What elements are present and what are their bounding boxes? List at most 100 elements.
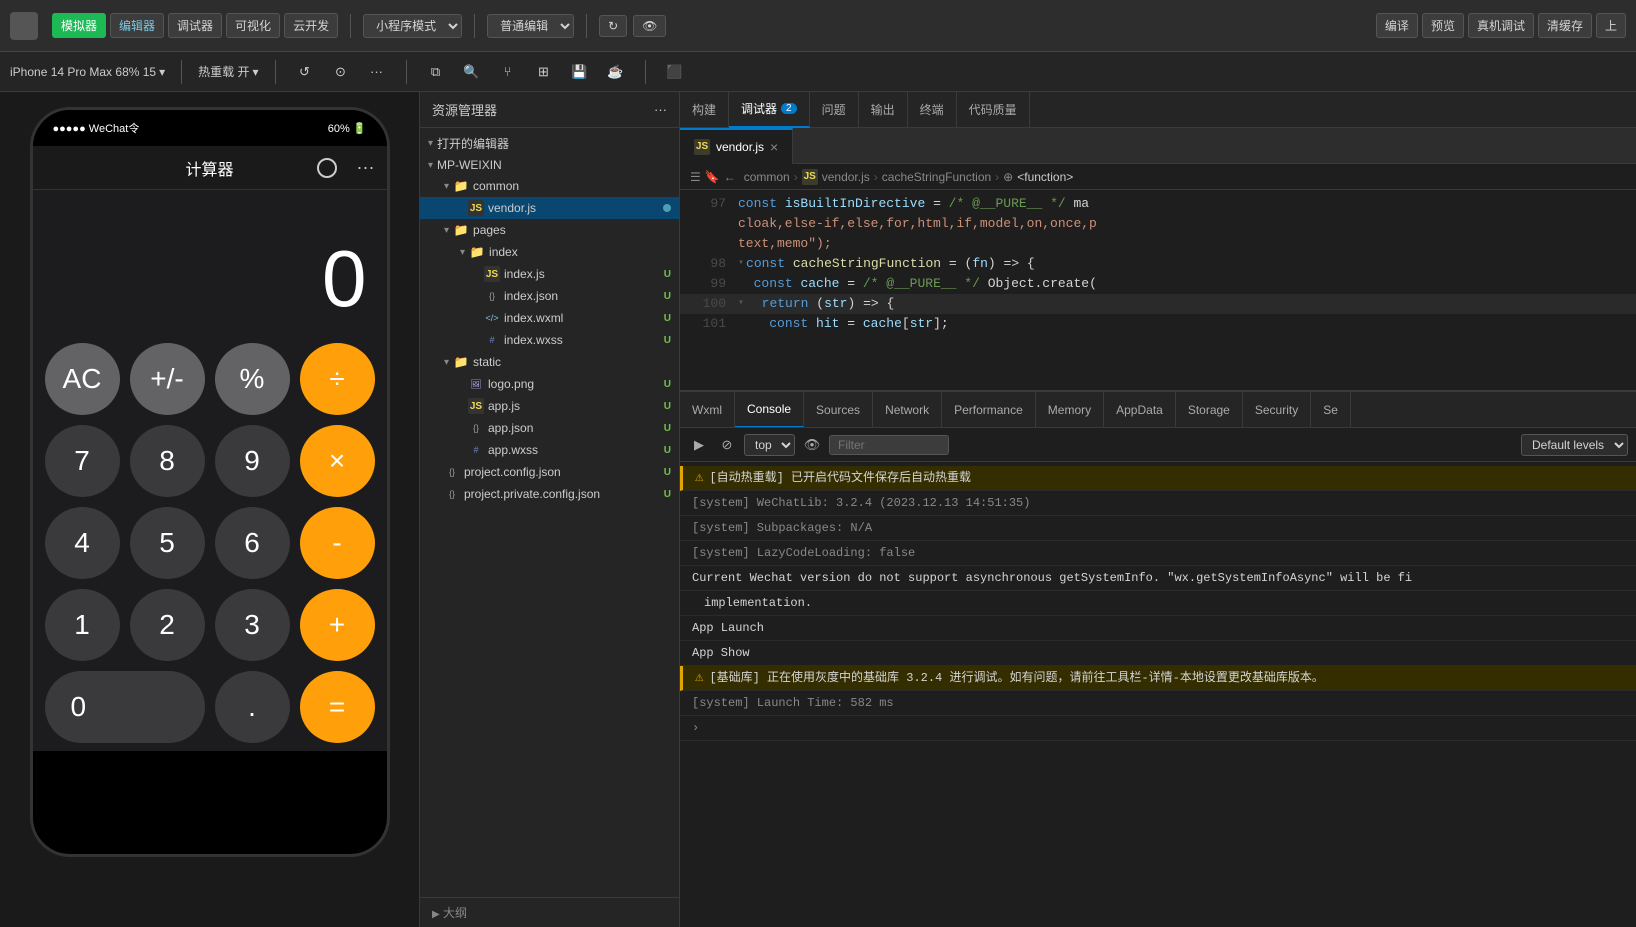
file-index-js[interactable]: JS index.js U bbox=[420, 263, 679, 285]
dt-tab-storage[interactable]: Storage bbox=[1176, 392, 1243, 428]
real-debug-btn[interactable]: 真机调试 bbox=[1468, 13, 1534, 38]
dt-tab-performance[interactable]: Performance bbox=[942, 392, 1036, 428]
hotreload-toggle[interactable]: 热重载 开 ▾ bbox=[198, 63, 258, 80]
file-vendor-js[interactable]: JS vendor.js bbox=[420, 197, 679, 219]
calc-btn-5[interactable]: 5 bbox=[130, 507, 205, 579]
calc-btn-0[interactable]: 0 bbox=[45, 671, 205, 743]
calc-btn-dot[interactable]: . bbox=[215, 671, 290, 743]
calc-btn-plus[interactable]: + bbox=[300, 589, 375, 661]
dt-tab-wxml[interactable]: Wxml bbox=[680, 392, 735, 428]
calc-btn-4[interactable]: 4 bbox=[45, 507, 120, 579]
compile-btn[interactable]: 编译 bbox=[1376, 13, 1418, 38]
fold-icon-2[interactable]: ▾ bbox=[738, 294, 744, 314]
file-logo-png[interactable]: 🖼 logo.png U bbox=[420, 373, 679, 395]
mode-select[interactable]: 小程序模式 bbox=[363, 14, 462, 38]
simulator-btn[interactable]: 模拟器 bbox=[52, 13, 106, 38]
calc-btn-8[interactable]: 8 bbox=[130, 425, 205, 497]
stop-icon-btn[interactable]: ⊙ bbox=[328, 59, 354, 85]
visualize-btn[interactable]: 可视化 bbox=[226, 13, 280, 38]
file-app-json[interactable]: {} app.json U bbox=[420, 417, 679, 439]
bookmark-icon[interactable]: 🔖 bbox=[705, 170, 720, 184]
wechat-action-icon[interactable] bbox=[317, 158, 337, 178]
tab-vendor-js[interactable]: JS vendor.js × bbox=[680, 128, 793, 164]
refresh-btn[interactable]: ↻ bbox=[599, 15, 627, 37]
calc-btn-divide[interactable]: ÷ bbox=[300, 343, 375, 415]
preview-icon-btn[interactable]: 👁 bbox=[633, 15, 666, 37]
cup-icon-btn[interactable]: ☕ bbox=[603, 59, 629, 85]
dt-tab-console[interactable]: Console bbox=[735, 392, 804, 428]
file-app-wxss[interactable]: # app.wxss U bbox=[420, 439, 679, 461]
folder-common[interactable]: ▾ 📁 common bbox=[420, 175, 679, 197]
dt-tab-memory[interactable]: Memory bbox=[1036, 392, 1104, 428]
device-selector[interactable]: iPhone 14 Pro Max 68% 15 ▾ bbox=[10, 65, 165, 79]
dt-tab-sources[interactable]: Sources bbox=[804, 392, 873, 428]
breadcrumb-vendorjs[interactable]: vendor.js bbox=[822, 170, 870, 184]
back-icon[interactable]: ☰ bbox=[690, 170, 701, 184]
file-index-json[interactable]: {} index.json U bbox=[420, 285, 679, 307]
layout-icon-btn[interactable]: ⊞ bbox=[531, 59, 557, 85]
clear-cache-btn[interactable]: 清缓存 bbox=[1538, 13, 1592, 38]
dt-tab-appdata[interactable]: AppData bbox=[1104, 392, 1176, 428]
terminal-icon-btn[interactable]: ⬛ bbox=[662, 59, 688, 85]
calc-btn-ac[interactable]: AC bbox=[45, 343, 120, 415]
tab-terminal[interactable]: 终端 bbox=[908, 92, 957, 128]
compile-select[interactable]: 普通编辑 bbox=[487, 14, 574, 38]
tab-build[interactable]: 构建 bbox=[680, 92, 729, 128]
calc-btn-equals[interactable]: = bbox=[300, 671, 375, 743]
upload-btn[interactable]: 上 bbox=[1596, 13, 1626, 38]
calc-btn-9[interactable]: 9 bbox=[215, 425, 290, 497]
breadcrumb-common[interactable]: common bbox=[744, 170, 790, 184]
console-arrow-icon[interactable]: › bbox=[692, 719, 699, 737]
refresh-icon-btn[interactable]: ↺ bbox=[292, 59, 318, 85]
section-open-editors[interactable]: ▾ 打开的编辑器 bbox=[420, 132, 679, 155]
calc-btn-plusminus[interactable]: +/- bbox=[130, 343, 205, 415]
file-project-config[interactable]: {} project.config.json U bbox=[420, 461, 679, 483]
calc-btn-3[interactable]: 3 bbox=[215, 589, 290, 661]
section-outline[interactable]: ▶ 大纲 bbox=[420, 897, 679, 927]
tab-debugger[interactable]: 调试器 2 bbox=[729, 92, 810, 128]
nav-back-icon[interactable]: ← bbox=[724, 170, 736, 184]
wechat-more-icon[interactable]: ··· bbox=[357, 157, 375, 178]
console-block-icon[interactable]: ⊘ bbox=[716, 434, 738, 456]
console-exec-icon[interactable]: ▶ bbox=[688, 434, 710, 456]
calc-btn-7[interactable]: 7 bbox=[45, 425, 120, 497]
calc-btn-2[interactable]: 2 bbox=[130, 589, 205, 661]
calc-btn-multiply[interactable]: × bbox=[300, 425, 375, 497]
file-index-wxml[interactable]: </> index.wxml U bbox=[420, 307, 679, 329]
console-line-prompt[interactable]: › bbox=[680, 716, 1636, 741]
filter-input[interactable] bbox=[829, 435, 949, 455]
levels-select[interactable]: Default levels bbox=[1521, 434, 1628, 456]
calc-btn-percent[interactable]: % bbox=[215, 343, 290, 415]
tab-close-icon[interactable]: × bbox=[770, 139, 778, 155]
calc-btn-1[interactable]: 1 bbox=[45, 589, 120, 661]
more-icon-btn[interactable]: ··· bbox=[364, 59, 390, 85]
section-mp-weixin[interactable]: ▾ MP-WEIXIN bbox=[420, 155, 679, 175]
branch-icon-btn[interactable]: ⑂ bbox=[495, 59, 521, 85]
context-select[interactable]: top bbox=[744, 434, 795, 456]
dt-tab-network[interactable]: Network bbox=[873, 392, 942, 428]
file-app-js[interactable]: JS app.js U bbox=[420, 395, 679, 417]
cloud-btn[interactable]: 云开发 bbox=[284, 13, 338, 38]
save-icon-btn[interactable]: 💾 bbox=[567, 59, 593, 85]
debugger-btn[interactable]: 调试器 bbox=[168, 13, 222, 38]
file-index-wxss[interactable]: # index.wxss U bbox=[420, 329, 679, 351]
file-project-private-config[interactable]: {} project.private.config.json U bbox=[420, 483, 679, 505]
calc-btn-minus[interactable]: - bbox=[300, 507, 375, 579]
editor-btn[interactable]: 编辑器 bbox=[110, 13, 164, 38]
folder-pages[interactable]: ▾ 📁 pages bbox=[420, 219, 679, 241]
search-icon-btn[interactable]: 🔍 bbox=[459, 59, 485, 85]
explorer-more-icon[interactable]: ··· bbox=[654, 102, 667, 117]
dt-tab-se[interactable]: Se bbox=[1311, 392, 1351, 428]
tab-output[interactable]: 输出 bbox=[859, 92, 908, 128]
folder-static[interactable]: ▾ 📁 static bbox=[420, 351, 679, 373]
dt-tab-security[interactable]: Security bbox=[1243, 392, 1311, 428]
tab-code-quality[interactable]: 代码质量 bbox=[957, 92, 1030, 128]
eye-icon[interactable]: 👁 bbox=[801, 434, 823, 456]
copy-icon-btn[interactable]: ⧉ bbox=[423, 59, 449, 85]
calc-btn-6[interactable]: 6 bbox=[215, 507, 290, 579]
breadcrumb-cachestringfunction[interactable]: cacheStringFunction bbox=[882, 170, 991, 184]
preview-btn[interactable]: 预览 bbox=[1422, 13, 1464, 38]
tab-issues[interactable]: 问题 bbox=[810, 92, 859, 128]
fold-icon[interactable]: ▾ bbox=[738, 254, 744, 274]
folder-index[interactable]: ▾ 📁 index bbox=[420, 241, 679, 263]
